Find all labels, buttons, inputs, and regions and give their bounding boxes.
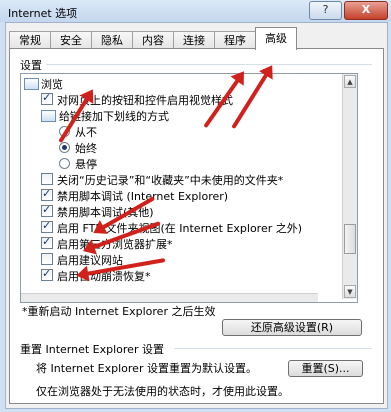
radio-button[interactable]: [59, 158, 70, 169]
folder-icon: [24, 78, 39, 90]
checkbox[interactable]: [41, 187, 53, 201]
checkbox[interactable]: [41, 219, 53, 233]
radio-button[interactable]: [59, 142, 70, 153]
horizontal-scrollbar[interactable]: [21, 293, 318, 302]
vertical-scrollbar[interactable]: ▲ ▼: [342, 74, 357, 299]
restart-note: *重新启动 Internet Explorer 之后生效: [22, 305, 216, 318]
reset-description: 将 Internet Explorer 设置重置为默认设置。: [36, 362, 257, 375]
reset-group-label: 重置 Internet Explorer 设置: [20, 343, 164, 356]
help-button[interactable]: ?: [309, 1, 342, 20]
list-item-label: 悬停: [75, 158, 97, 171]
title-bar: Internet 选项 ? X: [0, 0, 391, 22]
list-item-label: 始终: [75, 142, 97, 155]
list-item-label: 关闭“历史记录”和“收藏夹”中未使用的文件夹*: [57, 174, 284, 187]
group-divider: [174, 348, 372, 349]
checkbox[interactable]: [41, 203, 53, 217]
settings-listbox[interactable]: 浏览 对网页上的按钮和控件启用视觉样式 给链接加下划线的方式 从不 始终 悬停: [20, 73, 358, 303]
scroll-down-icon[interactable]: ▼: [344, 285, 356, 298]
reset-button[interactable]: 重置(S)...: [288, 360, 363, 377]
list-item-label: 从不: [75, 126, 97, 139]
advanced-panel: 设置 浏览 对网页上的按钮和控件启用视觉样式 给链接加下划线的方式 从不 始终: [9, 48, 384, 404]
reset-note: 仅在浏览器处于无法使用的状态时，才使用此设置。: [36, 385, 289, 398]
settings-group-label: 设置: [20, 59, 42, 72]
folder-icon: [41, 110, 56, 122]
internet-options-dialog: 常规 安全 隐私 内容 连接 程序 高级 设置 浏览 对网页上的按钮和控件启用视…: [5, 22, 388, 409]
list-item-label: 浏览: [41, 78, 63, 91]
scroll-up-icon[interactable]: ▲: [344, 75, 356, 88]
checkbox[interactable]: [41, 173, 53, 185]
checkbox[interactable]: [41, 253, 53, 265]
scroll-thumb[interactable]: [344, 224, 356, 254]
tab-advanced[interactable]: 高级: [255, 27, 297, 50]
close-button[interactable]: X: [344, 1, 388, 20]
window-title: Internet 选项: [8, 7, 78, 20]
checkbox[interactable]: [41, 267, 53, 281]
checkbox[interactable]: [41, 235, 53, 249]
restore-advanced-button[interactable]: 还原高级设置(R): [222, 319, 362, 336]
checkbox[interactable]: [41, 91, 53, 105]
group-divider: [46, 64, 372, 65]
